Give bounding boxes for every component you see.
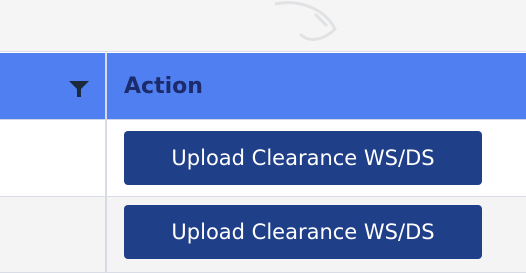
column-header-action[interactable]: Action — [124, 72, 203, 102]
upload-clearance-button[interactable]: Upload Clearance WS/DS — [124, 205, 482, 259]
toolbar-strip — [0, 0, 526, 52]
filter-icon[interactable] — [68, 80, 90, 98]
watermark-graphic — [274, 1, 337, 41]
grid-fragment: Action Upload Clearance WS/DS Upload Cle… — [0, 0, 526, 273]
upload-clearance-button[interactable]: Upload Clearance WS/DS — [124, 131, 482, 185]
column-divider — [105, 53, 107, 273]
